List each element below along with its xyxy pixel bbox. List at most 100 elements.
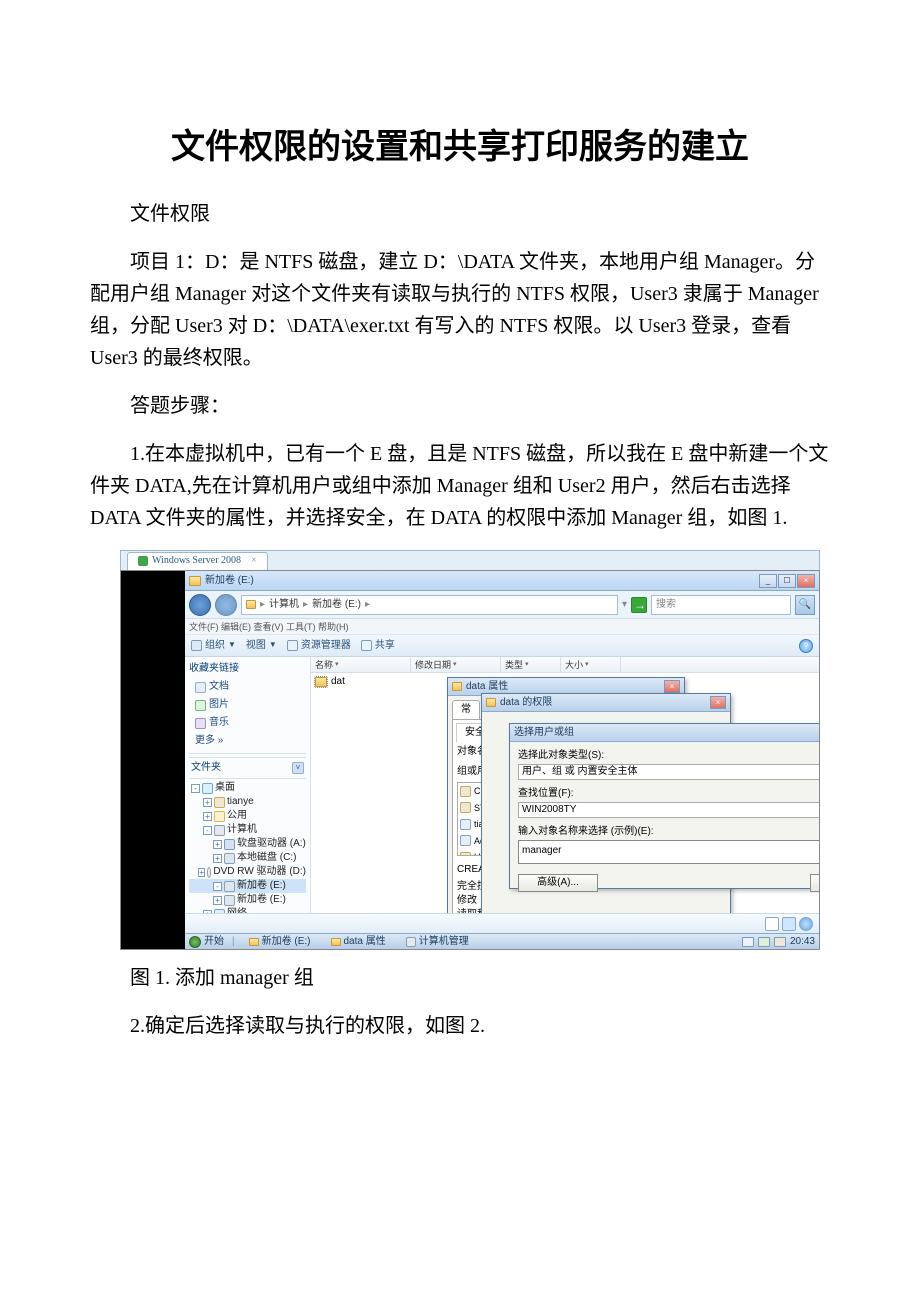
breadcrumb[interactable]: ▸ 计算机 ▸ 新加卷 (E:) ▸ (241, 595, 618, 615)
group-icon (460, 802, 471, 813)
help-icon[interactable] (799, 917, 813, 931)
tab-close-icon[interactable]: × (251, 553, 257, 569)
quicklaunch-separator: | (232, 934, 235, 950)
minimize-button[interactable]: _ (759, 574, 777, 588)
group-icon (460, 852, 471, 857)
desktop-icon (202, 783, 213, 794)
toolbar-share[interactable]: 共享 (361, 638, 395, 654)
status-icon[interactable] (765, 917, 779, 931)
expand-icon[interactable]: + (213, 840, 222, 849)
tree-dvd[interactable]: +DVD RW 驱动器 (D:) (189, 865, 306, 879)
tree-desktop[interactable]: -桌面 (189, 781, 306, 795)
user-icon (460, 835, 471, 846)
nav-back-button[interactable] (189, 594, 211, 616)
expand-icon[interactable]: + (213, 896, 222, 905)
chevron-down-icon: ▾ (525, 659, 529, 670)
tree-user[interactable]: +tianye (189, 795, 306, 809)
column-header-row: 名称▾ 修改日期▾ 类型▾ 大小▾ (311, 657, 819, 673)
collapse-icon[interactable]: - (203, 826, 212, 835)
disc-icon (207, 867, 211, 878)
toolbar-share-label: 共享 (375, 638, 395, 654)
tab-general[interactable]: 常 (452, 700, 480, 719)
chevron-down-icon: ▼ (269, 639, 277, 652)
vm-tab[interactable]: Windows Server 2008 × (127, 552, 268, 570)
tree-volume-e[interactable]: +新加卷 (E:) (189, 893, 306, 907)
windows-taskbar: 开始 | 新加卷 (E:) data 属性 计算机管理 20:43 (185, 933, 819, 949)
tray-icon[interactable] (742, 937, 754, 947)
explorer-statusbar (185, 913, 819, 933)
object-names-input[interactable]: manager (518, 840, 820, 864)
collapse-icon[interactable]: - (213, 882, 222, 891)
permissions-titlebar: data 的权限 × (482, 694, 730, 712)
expand-icon[interactable]: + (203, 798, 212, 807)
picture-icon (195, 700, 206, 711)
toolbar-organize-label: 组织 (205, 638, 225, 654)
toolbar-resource-manager[interactable]: 资源管理器 (287, 638, 351, 654)
maximize-button[interactable]: ☐ (778, 574, 796, 588)
fav-pictures[interactable]: 图片 (189, 696, 306, 714)
taskbar-item-compmgmt[interactable]: 计算机管理 (400, 934, 475, 950)
task-label: 新加卷 (E:) (262, 934, 311, 950)
chevron-right-icon: ▸ (365, 597, 370, 613)
toolbar-views[interactable]: 视图 ▼ (246, 638, 277, 654)
taskbar-item-properties[interactable]: data 属性 (325, 934, 392, 950)
status-icons (765, 917, 813, 931)
object-type-label: 选择此对象类型(S): (518, 748, 820, 764)
select-users-groups-dialog: 选择用户或组 ? × 选择此对象类型(S): 用户、组 或 内置安全主体 对象类… (509, 723, 820, 889)
chevron-down-icon[interactable]: ▾ (622, 597, 627, 613)
column-type[interactable]: 类型▾ (501, 657, 561, 672)
toolbar-resmgr-label: 资源管理器 (301, 638, 351, 654)
start-button[interactable]: 开始 (189, 934, 224, 950)
fav-more[interactable]: 更多 » (189, 732, 306, 750)
ok-button[interactable]: 确定 (810, 874, 820, 892)
explorer-menubar[interactable]: 文件(F) 编辑(E) 查看(V) 工具(T) 帮助(H) (185, 619, 819, 635)
explorer-window: 新加卷 (E:) _ ☐ × ▸ 计算机 ▸ 新加卷 (E:) ▸ (185, 571, 819, 950)
folder-icon (189, 576, 201, 586)
folders-toggle[interactable]: 文件夹 ˅ (189, 757, 306, 779)
fav-music[interactable]: 音乐 (189, 714, 306, 732)
close-button[interactable]: × (710, 696, 726, 709)
tree-public[interactable]: +公用 (189, 809, 306, 823)
computer-icon (406, 937, 416, 947)
tray-icon[interactable] (758, 937, 770, 947)
chevron-down-icon: ˅ (292, 762, 304, 774)
search-input[interactable]: 搜索 (651, 595, 791, 615)
object-type-field: 用户、组 或 内置安全主体 (518, 764, 820, 780)
nav-forward-button[interactable] (215, 594, 237, 616)
expand-icon[interactable]: + (198, 868, 205, 877)
tree-volume-e-selected[interactable]: -新加卷 (E:) (189, 879, 306, 893)
breadcrumb-segment[interactable]: 计算机 (269, 597, 299, 613)
task-label: 计算机管理 (419, 934, 469, 950)
tree-local-c[interactable]: +本地磁盘 (C:) (189, 851, 306, 865)
close-button[interactable]: × (664, 680, 680, 693)
folder-icon (315, 677, 327, 687)
status-icon[interactable] (782, 917, 796, 931)
breadcrumb-segment[interactable]: 新加卷 (E:) (312, 597, 361, 613)
collapse-icon[interactable]: - (191, 784, 200, 793)
taskbar-item-explorer[interactable]: 新加卷 (E:) (243, 934, 317, 950)
advanced-button[interactable]: 高级(A)... (518, 874, 598, 892)
close-button[interactable]: × (797, 574, 815, 588)
monitor-icon (287, 640, 298, 651)
gear-icon (191, 640, 202, 651)
drive-icon (224, 895, 235, 906)
tray-icon[interactable] (774, 937, 786, 947)
music-icon (195, 718, 206, 729)
search-go-button[interactable]: 🔍 (795, 595, 815, 615)
clock: 20:43 (790, 934, 815, 950)
expand-icon[interactable]: + (213, 854, 222, 863)
help-icon[interactable]: ? (799, 639, 813, 653)
section-heading: 文件权限 (90, 198, 830, 230)
fav-documents[interactable]: 文档 (189, 678, 306, 696)
explorer-left-pane: 收藏夹链接 文档 图片 音乐 更多 » 文件夹 ˅ -桌面 +tianye +公… (185, 657, 311, 931)
tree-computer[interactable]: -计算机 (189, 823, 306, 837)
refresh-icon[interactable] (631, 597, 647, 613)
chevron-right-icon: ▸ (260, 597, 265, 613)
column-size[interactable]: 大小▾ (561, 657, 621, 672)
fav-label: 图片 (209, 697, 229, 713)
tree-floppy[interactable]: +软盘驱动器 (A:) (189, 837, 306, 851)
column-name[interactable]: 名称▾ (311, 657, 411, 672)
toolbar-organize[interactable]: 组织 ▼ (191, 638, 236, 654)
expand-icon[interactable]: + (203, 812, 212, 821)
column-date[interactable]: 修改日期▾ (411, 657, 501, 672)
